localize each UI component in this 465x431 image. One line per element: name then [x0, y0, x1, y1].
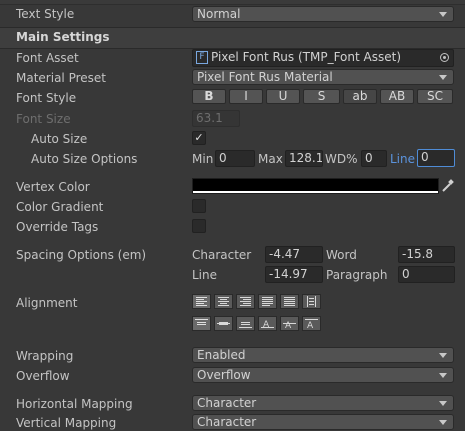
horizontal-mapping-dropdown[interactable]: Character — [192, 395, 454, 411]
material-preset-dropdown[interactable]: Pixel Font Rus Material — [192, 69, 454, 85]
svg-text:A: A — [263, 320, 270, 330]
align-bottom-icon[interactable] — [236, 316, 255, 331]
align-left-icon[interactable] — [192, 294, 211, 309]
chevron-down-icon — [439, 12, 447, 17]
min-label: Min — [192, 152, 214, 166]
horizontal-mapping-label: Horizontal Mapping — [16, 397, 133, 411]
overflow-dropdown[interactable]: Overflow — [192, 367, 454, 383]
chevron-down-icon — [439, 353, 447, 358]
text-style-value: Normal — [197, 7, 241, 21]
wrapping-label: Wrapping — [16, 349, 74, 363]
line-spacing-label: Line — [192, 268, 218, 282]
eyedropper-icon[interactable] — [440, 178, 455, 194]
max-label: Max — [258, 152, 283, 166]
material-preset-value: Pixel Font Rus Material — [197, 70, 333, 84]
align-midline-icon[interactable]: A — [280, 316, 299, 331]
chevron-down-icon — [439, 401, 447, 406]
word-spacing-label: Word — [326, 248, 357, 262]
align-center-icon[interactable] — [214, 294, 233, 309]
line-spacing-field[interactable]: -14.97 — [265, 266, 323, 283]
font-style-uppercase-button[interactable]: AB — [380, 89, 414, 104]
font-asset-value: Pixel Font Rus (TMP_Font Asset) — [211, 50, 402, 64]
vertex-color-swatch[interactable] — [192, 178, 439, 194]
vertical-mapping-dropdown[interactable]: Character — [192, 414, 454, 430]
align-baseline-icon[interactable]: A — [258, 316, 277, 331]
auto-size-checkbox[interactable]: ✓ — [192, 131, 206, 145]
line-label: Line — [390, 152, 416, 166]
font-asset-icon: F — [196, 51, 208, 64]
svg-text:A: A — [285, 321, 292, 330]
chevron-down-icon — [439, 420, 447, 425]
align-top-icon[interactable] — [192, 316, 211, 331]
align-justified-icon[interactable] — [258, 294, 277, 309]
character-spacing-label: Character — [192, 248, 252, 262]
main-settings-header[interactable]: Main Settings — [0, 27, 465, 49]
font-asset-label: Font Asset — [16, 51, 79, 65]
font-size-label: Font Size — [16, 112, 71, 126]
font-style-lowercase-button[interactable]: ab — [343, 89, 377, 104]
align-flush-icon[interactable] — [280, 294, 299, 309]
font-style-smallcaps-button[interactable]: SC — [417, 89, 453, 104]
align-middle-icon[interactable] — [214, 316, 233, 331]
font-style-underline-button[interactable]: U — [266, 89, 300, 104]
spacing-options-label: Spacing Options (em) — [16, 248, 147, 262]
font-style-bold-button[interactable]: B — [192, 89, 226, 104]
paragraph-spacing-field[interactable]: 0 — [398, 266, 455, 283]
overflow-label: Overflow — [16, 369, 70, 383]
overflow-value: Overflow — [197, 368, 251, 382]
alignment-label: Alignment — [16, 296, 78, 310]
wd-field[interactable]: 0 — [361, 150, 387, 167]
wd-label: WD% — [325, 152, 358, 166]
main-settings-title: Main Settings — [16, 30, 110, 44]
vertical-mapping-label: Vertical Mapping — [16, 416, 117, 430]
auto-size-options-label: Auto Size Options — [31, 152, 138, 166]
font-style-italic-button[interactable]: I — [229, 89, 263, 104]
svg-text:A: A — [307, 321, 314, 330]
font-style-strikethrough-button[interactable]: S — [303, 89, 340, 104]
color-gradient-checkbox[interactable] — [192, 199, 206, 213]
character-spacing-field[interactable]: -4.47 — [265, 246, 323, 263]
vertex-color-label: Vertex Color — [16, 180, 90, 194]
override-tags-checkbox[interactable] — [192, 219, 206, 233]
chevron-down-icon — [439, 75, 447, 80]
align-geometry-center-icon[interactable] — [302, 294, 321, 309]
font-asset-field[interactable]: F Pixel Font Rus (TMP_Font Asset) — [192, 49, 454, 67]
align-capline-icon[interactable]: A — [302, 316, 321, 331]
alpha-bar — [193, 191, 438, 193]
auto-size-label: Auto Size — [31, 132, 88, 146]
chevron-down-icon — [439, 373, 447, 378]
wrapping-value: Enabled — [197, 348, 246, 362]
word-spacing-field[interactable]: -15.8 — [398, 246, 455, 263]
font-style-label: Font Style — [16, 91, 77, 105]
color-gradient-label: Color Gradient — [16, 200, 104, 214]
clipped-top-row — [0, 0, 465, 5]
horizontal-mapping-value: Character — [197, 396, 257, 410]
wrapping-dropdown[interactable]: Enabled — [192, 347, 454, 363]
text-style-dropdown[interactable]: Normal — [192, 6, 454, 22]
min-field[interactable]: 0 — [215, 150, 255, 167]
max-field[interactable]: 128.1 — [285, 150, 323, 167]
vertical-mapping-value: Character — [197, 415, 257, 429]
align-right-icon[interactable] — [236, 294, 255, 309]
checkmark-icon: ✓ — [194, 131, 204, 144]
line-field[interactable]: 0 — [417, 149, 455, 167]
paragraph-spacing-label: Paragraph — [326, 268, 388, 282]
object-picker-icon[interactable] — [440, 53, 449, 62]
font-size-field[interactable]: 63.1 — [192, 110, 240, 127]
override-tags-label: Override Tags — [16, 220, 99, 234]
material-preset-label: Material Preset — [16, 71, 106, 85]
text-style-label: Text Style — [16, 7, 75, 21]
